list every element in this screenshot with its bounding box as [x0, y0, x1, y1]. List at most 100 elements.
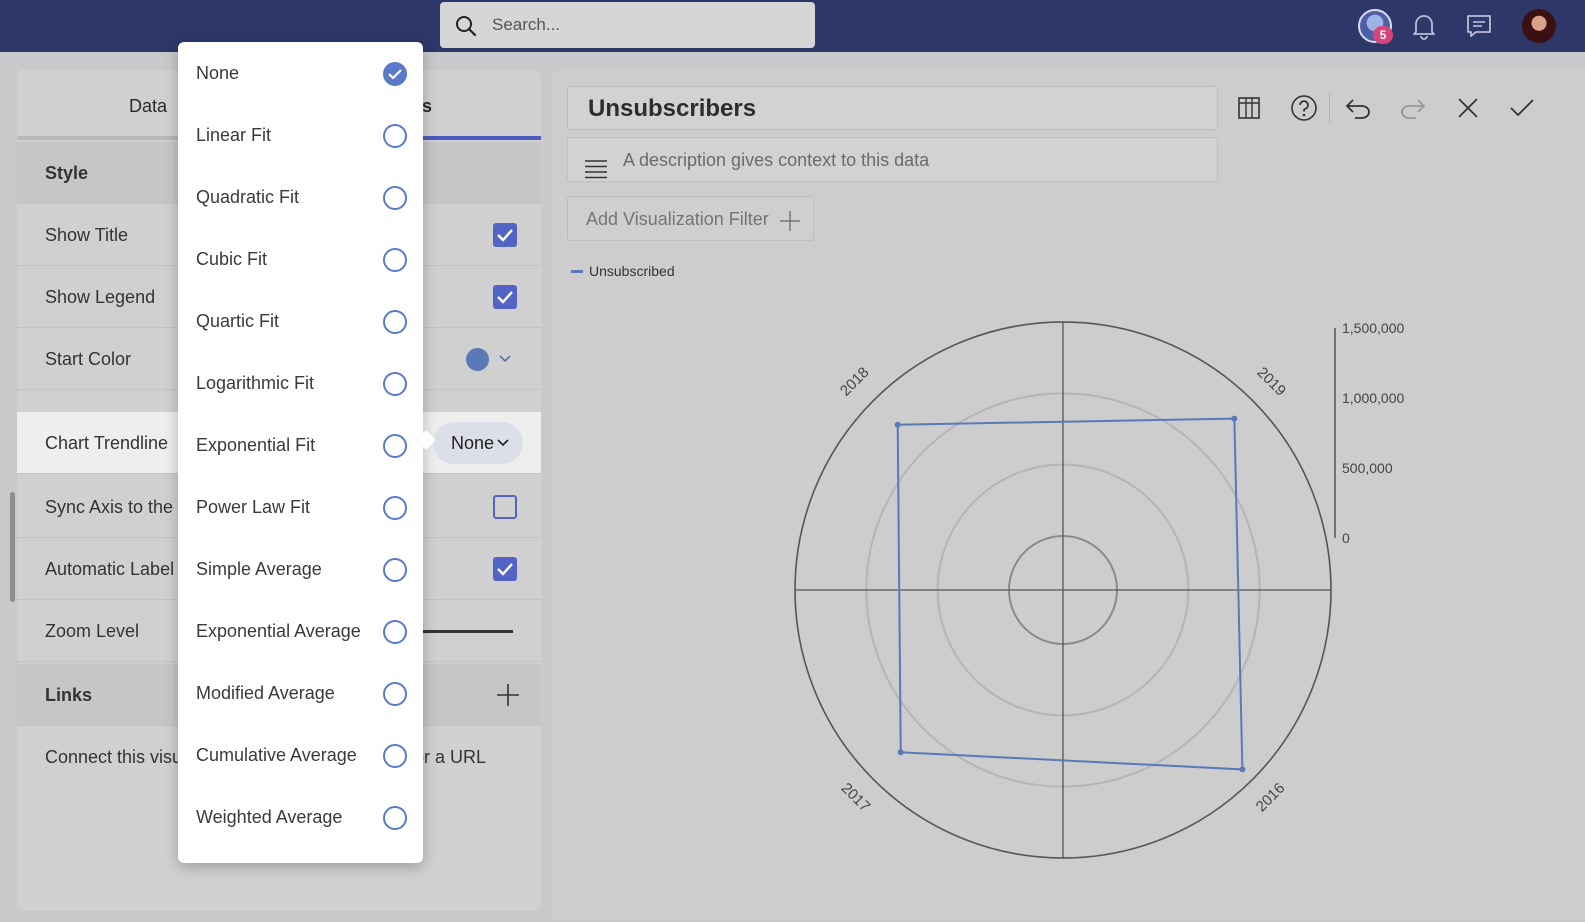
radial-tick-label: 1,000,000: [1342, 390, 1404, 406]
show-title-checkbox[interactable]: [493, 223, 517, 247]
toolbar-divider: [1329, 94, 1330, 122]
chevron-down-icon[interactable]: [499, 350, 511, 368]
chart-trendline-label: Chart Trendline: [45, 433, 169, 453]
redo-icon[interactable]: [1397, 92, 1429, 124]
description-field[interactable]: A description gives context to this data: [567, 137, 1218, 182]
option-label: Simple Average: [196, 559, 322, 579]
trendline-option-exponential-average[interactable]: Exponential Average: [178, 600, 423, 663]
trendline-option-linear-fit[interactable]: Linear Fit: [178, 104, 423, 167]
sync-axis-checkbox[interactable]: [493, 495, 517, 519]
radio-icon[interactable]: [383, 682, 407, 706]
option-label: Power Law Fit: [196, 497, 311, 517]
trendline-option-quadratic-fit[interactable]: Quadratic Fit: [178, 166, 423, 229]
trendline-select-value: None: [451, 433, 495, 453]
title-field[interactable]: Unsubscribers: [567, 86, 1218, 130]
radio-icon[interactable]: [383, 186, 407, 210]
user-avatar[interactable]: [1522, 9, 1556, 43]
trendline-select[interactable]: None: [433, 422, 523, 464]
table-icon[interactable]: [1233, 92, 1265, 124]
option-label: Linear Fit: [196, 125, 272, 145]
radial-tick-label: 0: [1342, 530, 1350, 546]
data-point: [894, 421, 901, 428]
filter-button-label: Add Visualization Filter: [586, 209, 769, 229]
option-label: Exponential Fit: [196, 435, 316, 455]
zoom-level-label: Zoom Level: [45, 621, 140, 641]
text-lines-icon: [584, 151, 608, 196]
chat-icon[interactable]: [1461, 8, 1497, 44]
close-icon[interactable]: [1452, 92, 1484, 124]
trendline-option-quartic-fit[interactable]: Quartic Fit: [178, 290, 423, 353]
trendline-option-power-law-fit[interactable]: Power Law Fit: [178, 476, 423, 539]
description-placeholder: A description gives context to this data: [623, 150, 930, 170]
data-point: [1231, 415, 1238, 422]
trendline-option-logarithmic-fit[interactable]: Logarithmic Fit: [178, 352, 423, 415]
legend-label: Unsubscribed: [589, 263, 675, 279]
option-label: None: [196, 63, 240, 83]
connect-text-suffix: or a URL: [414, 747, 487, 767]
panel-scrollbar[interactable]: [10, 492, 15, 602]
radial-tick-label: 500,000: [1342, 460, 1393, 476]
series-line: [896, 417, 1244, 771]
radar-chart: Unsubscribed 2019 2016 2017 2018 0 500,000 1,00…: [571, 263, 1404, 859]
radio-icon[interactable]: [383, 372, 407, 396]
trendline-option-simple-average[interactable]: Simple Average: [178, 538, 423, 601]
data-point: [897, 749, 904, 756]
search-icon: [454, 14, 478, 43]
option-label: Weighted Average: [196, 807, 343, 827]
visualization-title: Unsubscribers: [588, 95, 757, 122]
show-title-label: Show Title: [45, 225, 129, 245]
radio-icon[interactable]: [383, 248, 407, 272]
search-bar[interactable]: [440, 2, 815, 48]
option-label: Cumulative Average: [196, 745, 357, 765]
show-legend-label: Show Legend: [45, 287, 156, 307]
option-label: Modified Average: [196, 683, 335, 703]
add-visualization-filter-button[interactable]: Add Visualization Filter: [567, 196, 814, 241]
bell-icon[interactable]: [1406, 8, 1442, 44]
plus-icon: [780, 211, 800, 231]
trendline-option-weighted-average[interactable]: Weighted Average: [178, 786, 423, 849]
option-label: Quadratic Fit: [196, 187, 300, 207]
trendline-option-cumulative-average[interactable]: Cumulative Average: [178, 724, 423, 787]
undo-icon[interactable]: [1342, 92, 1374, 124]
category-label: 2018: [837, 364, 873, 400]
option-label: Logarithmic Fit: [196, 373, 315, 393]
trendline-option-exponential-fit[interactable]: Exponential Fit: [178, 414, 423, 477]
search-input[interactable]: [492, 2, 802, 48]
zoom-level-slider[interactable]: [413, 630, 513, 633]
radio-icon[interactable]: [383, 310, 407, 334]
radio-icon[interactable]: [383, 434, 407, 458]
radio-icon[interactable]: [383, 806, 407, 830]
data-point: [1239, 766, 1246, 773]
automatic-label-label: Automatic Label: [45, 559, 175, 579]
check-icon[interactable]: [1506, 92, 1538, 124]
start-color-swatch[interactable]: [466, 348, 489, 371]
help-icon[interactable]: [1288, 92, 1320, 124]
option-label: Exponential Average: [196, 621, 361, 641]
section-links-label: Links: [45, 685, 93, 705]
category-label: 2019: [1253, 364, 1289, 400]
trendline-option-modified-average[interactable]: Modified Average: [178, 662, 423, 725]
radio-icon[interactable]: [383, 744, 407, 768]
trendline-option-none[interactable]: None: [178, 42, 423, 105]
section-style-label: Style: [45, 163, 89, 183]
radio-icon[interactable]: [383, 496, 407, 520]
add-link-icon[interactable]: [495, 682, 521, 713]
trendline-dropdown: None Linear Fit Quadratic Fit Cubic Fit …: [178, 42, 436, 863]
radial-tick-label: 1,500,000: [1342, 320, 1404, 336]
radio-selected-icon[interactable]: [383, 62, 407, 86]
category-label: 2016: [1253, 780, 1289, 816]
radio-icon[interactable]: [383, 558, 407, 582]
chevron-down-icon: [497, 439, 509, 447]
radio-icon[interactable]: [383, 620, 407, 644]
category-label: 2017: [838, 780, 874, 816]
sync-axis-label: Sync Axis to the V: [45, 497, 191, 517]
legend-swatch: [571, 270, 583, 273]
notification-count-badge: 5: [1373, 26, 1393, 44]
connect-text: Connect this visu: [45, 747, 183, 767]
start-color-label: Start Color: [45, 349, 132, 369]
option-label: Quartic Fit: [196, 311, 280, 331]
automatic-label-checkbox[interactable]: [493, 557, 517, 581]
trendline-option-cubic-fit[interactable]: Cubic Fit: [178, 228, 423, 291]
show-legend-checkbox[interactable]: [493, 285, 517, 309]
radio-icon[interactable]: [383, 124, 407, 148]
